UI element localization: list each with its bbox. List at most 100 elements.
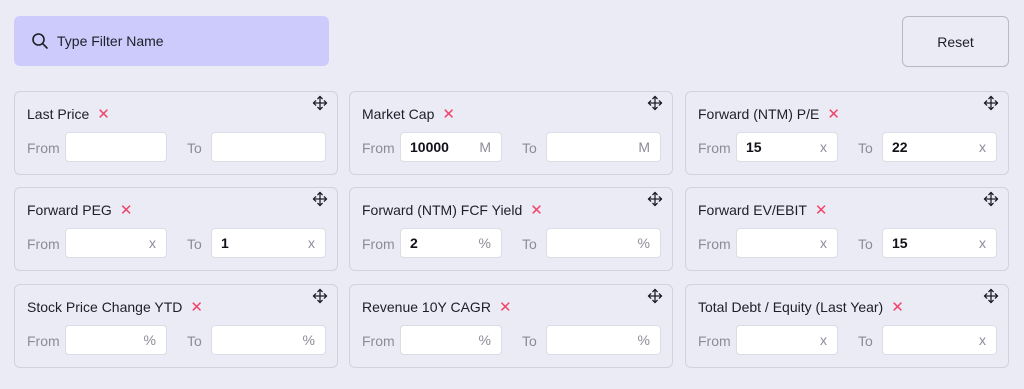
to-unit: %	[302, 332, 315, 348]
to-label: To	[858, 140, 873, 156]
from-value: 2	[410, 235, 418, 251]
to-unit: x	[979, 139, 986, 155]
to-label: To	[187, 236, 202, 252]
to-input[interactable]: x	[882, 325, 997, 355]
filter-title: Forward (NTM) FCF Yield	[362, 202, 523, 218]
move-icon[interactable]	[647, 191, 663, 207]
filter-title: Forward EV/EBIT	[698, 202, 807, 218]
to-input[interactable]: M	[546, 132, 661, 162]
to-label: To	[522, 140, 537, 156]
filter-card-revenue-10y-cagr: Revenue 10Y CAGR ✕ From % To %	[349, 284, 673, 368]
from-value: 10000	[410, 139, 449, 155]
to-label: To	[187, 333, 202, 349]
filter-card-forward-ntm-fcf-yield: Forward (NTM) FCF Yield ✕ From 2 % To %	[349, 187, 673, 271]
filter-card-forward-ntm-p-e: Forward (NTM) P/E ✕ From 15 x To 22 x	[685, 91, 1009, 175]
from-label: From	[27, 140, 60, 156]
to-label: To	[858, 236, 873, 252]
to-value: 1	[221, 235, 229, 251]
to-label: To	[522, 236, 537, 252]
to-input[interactable]: 15 x	[882, 228, 997, 258]
to-input[interactable]	[211, 132, 326, 162]
to-input[interactable]: %	[546, 325, 661, 355]
from-label: From	[698, 333, 731, 349]
remove-filter-icon[interactable]: ✕	[120, 203, 133, 218]
filter-title-row: Last Price ✕	[27, 106, 110, 122]
filter-title: Forward PEG	[27, 202, 112, 218]
filter-title: Stock Price Change YTD	[27, 299, 183, 315]
from-input[interactable]: x	[736, 325, 838, 355]
to-unit: %	[637, 332, 650, 348]
from-label: From	[698, 236, 731, 252]
from-unit: %	[143, 332, 156, 348]
filter-title-row: Forward PEG ✕	[27, 202, 132, 218]
move-icon[interactable]	[312, 95, 328, 111]
to-unit: x	[979, 235, 986, 251]
filter-title-row: Forward (NTM) FCF Yield ✕	[362, 202, 543, 218]
filter-card-forward-ev-ebit: Forward EV/EBIT ✕ From x To 15 x	[685, 187, 1009, 271]
to-input[interactable]: %	[211, 325, 326, 355]
from-input[interactable]: %	[400, 325, 502, 355]
from-input[interactable]: 10000 M	[400, 132, 502, 162]
move-icon[interactable]	[647, 95, 663, 111]
to-unit: %	[637, 235, 650, 251]
search-icon	[32, 33, 48, 49]
move-icon[interactable]	[312, 288, 328, 304]
filter-title-row: Stock Price Change YTD ✕	[27, 299, 203, 315]
to-input[interactable]: 1 x	[211, 228, 326, 258]
reset-button[interactable]: Reset	[902, 16, 1009, 67]
to-input[interactable]: %	[546, 228, 661, 258]
filter-card-last-price: Last Price ✕ From To	[14, 91, 338, 175]
from-unit: x	[820, 332, 827, 348]
remove-filter-icon[interactable]: ✕	[815, 203, 828, 218]
remove-filter-icon[interactable]: ✕	[97, 107, 110, 122]
filter-card-market-cap: Market Cap ✕ From 10000 M To M	[349, 91, 673, 175]
from-label: From	[27, 236, 60, 252]
from-input[interactable]: %	[65, 325, 167, 355]
filter-card-forward-peg: Forward PEG ✕ From x To 1 x	[14, 187, 338, 271]
move-icon[interactable]	[983, 191, 999, 207]
move-icon[interactable]	[983, 288, 999, 304]
from-unit: x	[820, 139, 827, 155]
from-unit: x	[820, 235, 827, 251]
from-label: From	[698, 140, 731, 156]
remove-filter-icon[interactable]: ✕	[442, 107, 455, 122]
to-label: To	[858, 333, 873, 349]
to-value: 22	[892, 139, 908, 155]
filter-title: Last Price	[27, 106, 90, 122]
filter-card-total-debt-equity-last-year: Total Debt / Equity (Last Year) ✕ From x…	[685, 284, 1009, 368]
move-icon[interactable]	[983, 95, 999, 111]
from-label: From	[27, 333, 60, 349]
filter-title-row: Forward EV/EBIT ✕	[698, 202, 828, 218]
to-unit: x	[979, 332, 986, 348]
move-icon[interactable]	[647, 288, 663, 304]
from-input[interactable]: x	[736, 228, 838, 258]
filter-title: Total Debt / Equity (Last Year)	[698, 299, 884, 315]
from-unit: x	[149, 235, 156, 251]
from-input[interactable]	[65, 132, 167, 162]
to-input[interactable]: 22 x	[882, 132, 997, 162]
to-unit: x	[308, 235, 315, 251]
filter-title-row: Market Cap ✕	[362, 106, 455, 122]
from-input[interactable]: 2 %	[400, 228, 502, 258]
remove-filter-icon[interactable]: ✕	[530, 203, 543, 218]
filter-title: Forward (NTM) P/E	[698, 106, 820, 122]
from-input[interactable]: x	[65, 228, 167, 258]
filter-search-input[interactable]	[57, 33, 297, 49]
from-input[interactable]: 15 x	[736, 132, 838, 162]
to-label: To	[522, 333, 537, 349]
to-value: 15	[892, 235, 908, 251]
to-unit: M	[638, 139, 650, 155]
filter-title-row: Forward (NTM) P/E ✕	[698, 106, 840, 122]
filter-title: Market Cap	[362, 106, 435, 122]
filter-card-stock-price-change-ytd: Stock Price Change YTD ✕ From % To %	[14, 284, 338, 368]
filter-title-row: Total Debt / Equity (Last Year) ✕	[698, 299, 904, 315]
from-label: From	[362, 236, 395, 252]
remove-filter-icon[interactable]: ✕	[190, 300, 203, 315]
filter-title-row: Revenue 10Y CAGR ✕	[362, 299, 512, 315]
move-icon[interactable]	[312, 191, 328, 207]
filter-search-box[interactable]	[14, 16, 329, 66]
filter-title: Revenue 10Y CAGR	[362, 299, 491, 315]
remove-filter-icon[interactable]: ✕	[499, 300, 512, 315]
remove-filter-icon[interactable]: ✕	[891, 300, 904, 315]
remove-filter-icon[interactable]: ✕	[827, 107, 840, 122]
